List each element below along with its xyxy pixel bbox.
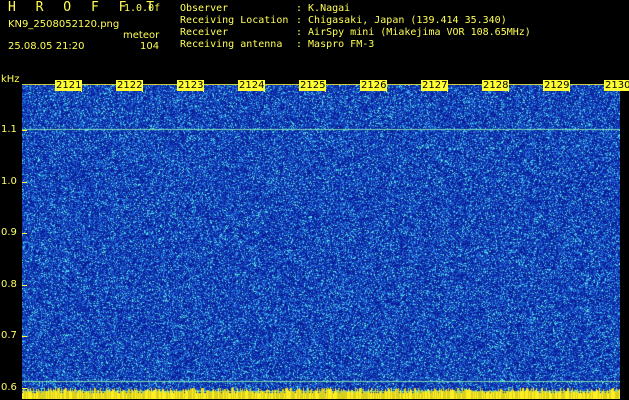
x-tick-label: 2124 [238,80,266,91]
y-tick-mark [22,130,27,132]
y-tick-label: 1.1 [1,124,17,136]
receiver-label: Receiver [180,27,229,38]
x-tick-label: 2123 [177,80,205,91]
y-tick-label: 0.7 [1,330,17,342]
x-tick-label: 2125 [299,80,327,91]
spectrogram [22,84,620,399]
receiver-value: : AirSpy mini (Miakejima VOR 108.65MHz) [296,27,531,38]
filename-label: KN9_2508052120.png [8,19,120,30]
x-tick-mark [203,84,204,92]
y-axis-unit: kHz [1,74,20,85]
x-tick-mark [81,84,82,92]
y-tick-mark [22,336,27,338]
x-tick-mark [569,84,570,92]
antenna-value: : Maspro FM-3 [296,39,375,50]
spectrogram-canvas [22,85,620,399]
datetime-label: 25.08.05 21:20 [8,41,85,52]
x-tick-mark [325,84,326,92]
observer-value: : K.Nagai [296,3,351,14]
x-tick-mark [142,84,143,92]
y-tick-label: 1.0 [1,175,17,187]
meteor-count: 104 [140,41,160,52]
x-tick-mark [386,84,387,92]
version-label: 1.0.0f [124,3,161,14]
x-tick-mark [508,84,509,92]
y-tick-mark [22,181,27,183]
location-value: : Chigasaki, Japan (139.414 35.340) [296,15,507,26]
y-tick-label: 0.9 [1,227,17,239]
location-label: Receiving Location [180,15,289,26]
y-tick-mark [22,233,27,235]
x-tick-label: 2128 [482,80,510,91]
y-tick-mark [22,284,27,286]
x-tick-mark [447,84,448,92]
y-tick-label: 0.8 [1,278,17,290]
x-tick-label: 2129 [543,80,571,91]
antenna-label: Receiving antenna [180,39,283,50]
y-tick-label: 0.6 [1,381,17,393]
x-tick-label: 2130 [604,80,629,91]
x-tick-label: 2127 [421,80,449,91]
x-tick-mark [264,84,265,92]
x-tick-label: 2121 [55,80,83,91]
y-tick-mark [22,387,27,389]
observer-label: Observer [180,3,229,14]
x-tick-label: 2122 [116,80,144,91]
x-tick-label: 2126 [360,80,388,91]
